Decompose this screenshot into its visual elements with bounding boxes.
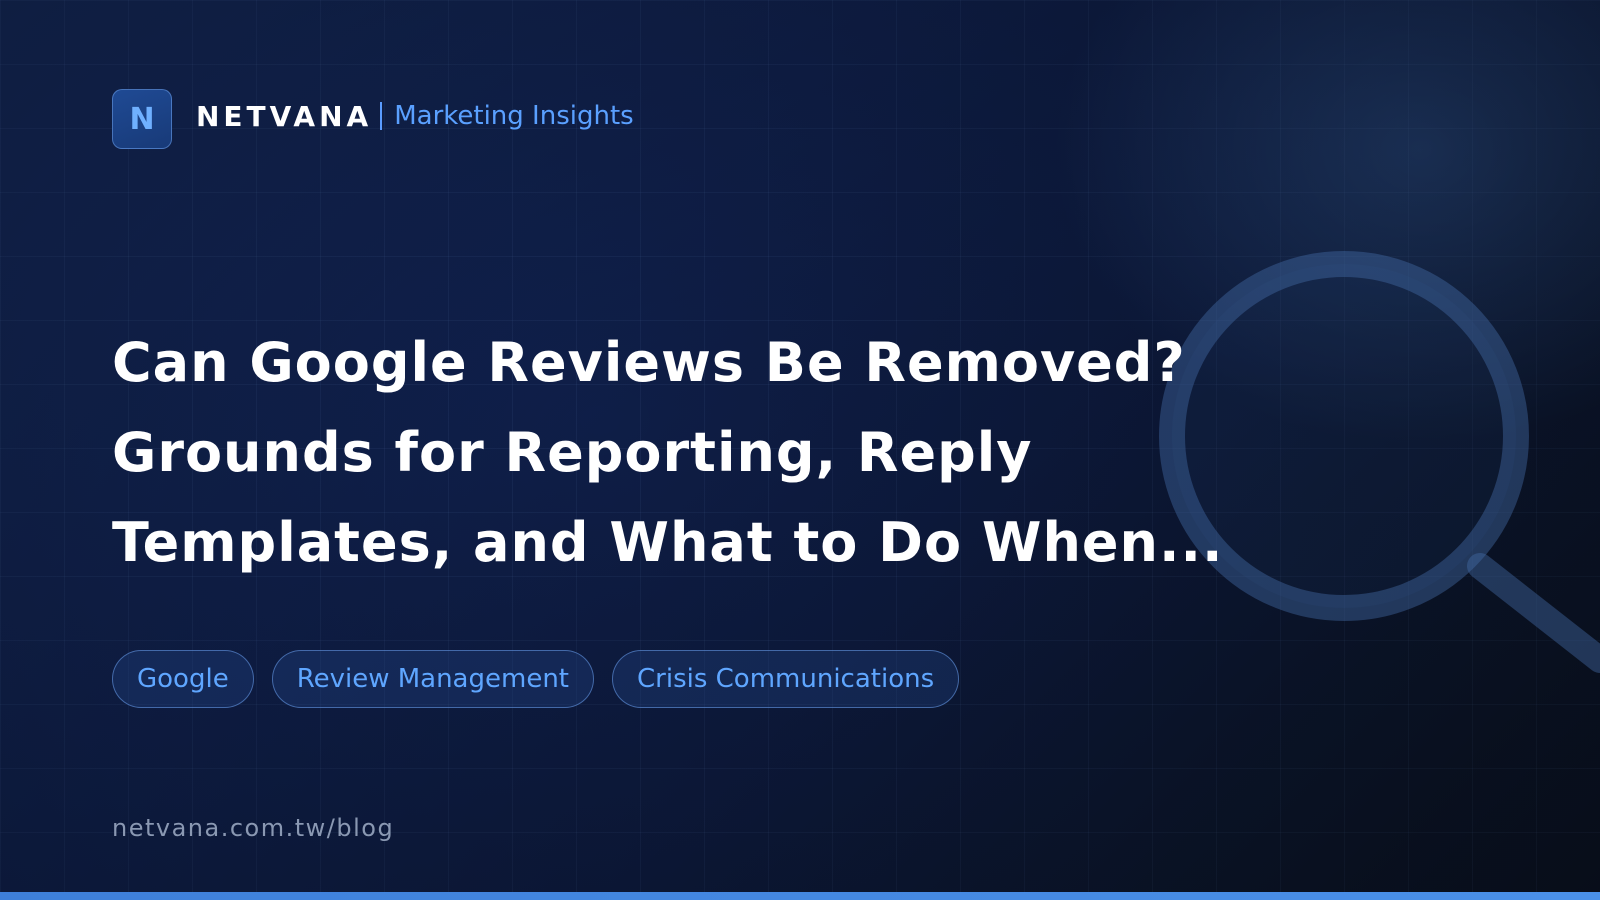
brand-subtitle: Marketing Insights — [394, 101, 634, 131]
article-title-line-2: Grounds for Reporting, Reply — [112, 421, 1033, 484]
header-divider — [380, 102, 383, 130]
bottom-accent-bar — [0, 892, 1600, 900]
brand-name[interactable]: NETVANA — [196, 100, 372, 133]
tag-crisis-communications[interactable]: Crisis Communications — [612, 650, 960, 708]
article-title: Can Google Reviews Be Removed? Grounds f… — [112, 318, 1372, 588]
tag-google[interactable]: Google — [112, 650, 254, 708]
tag-list: Google Review Management Crisis Communic… — [112, 650, 960, 708]
article-title-line-3: Templates, and What to Do When... — [112, 511, 1224, 574]
article-title-line-1: Can Google Reviews Be Removed? — [112, 331, 1186, 394]
site-header: N NETVANA Marketing Insights — [112, 84, 634, 149]
logo-badge[interactable]: N — [112, 89, 172, 149]
tag-review-management[interactable]: Review Management — [271, 650, 594, 708]
blog-url[interactable]: netvana.com.tw/blog — [112, 814, 394, 842]
